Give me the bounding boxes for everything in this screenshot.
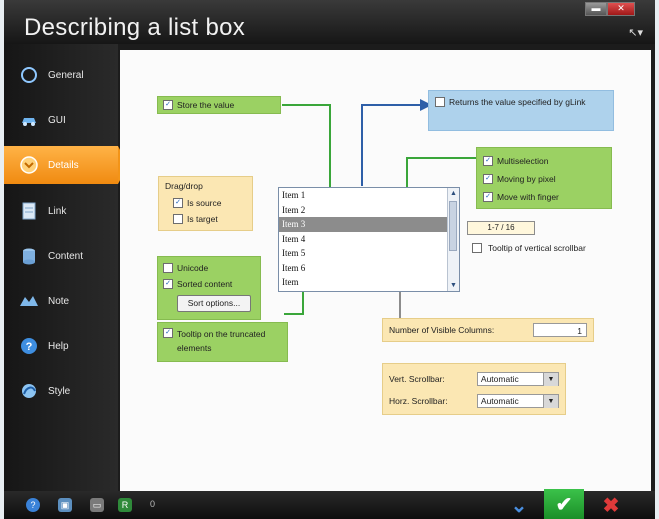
sorted-content-checkbox[interactable]: ✓ (163, 279, 173, 289)
returns-value-checkbox[interactable] (435, 97, 445, 107)
ok-button[interactable]: ✔ (544, 489, 584, 519)
sidebar-item-link[interactable]: Link (4, 194, 118, 228)
tooltip-truncated-callout: ✓ Tooltip on the truncated elements (157, 322, 288, 362)
chevron-down-icon: ▼ (543, 394, 558, 408)
sidebar-item-label: Style (48, 385, 71, 397)
collapse-button[interactable]: ⌄ (500, 491, 538, 519)
item-counter: 1-7 / 16 (467, 221, 535, 235)
list-item[interactable]: Item 2 (279, 203, 459, 218)
car-icon (18, 109, 40, 131)
chevron-circle-icon (18, 154, 40, 176)
sidebar-item-label: Note (48, 295, 70, 307)
sidebar-item-label: Content (48, 250, 84, 262)
sidebar-item-label: GUI (48, 114, 66, 126)
scroll-down-icon[interactable]: ▼ (448, 280, 459, 291)
unicode-label: Unicode (177, 263, 209, 273)
sidebar-item-content[interactable]: Content (4, 239, 118, 273)
sidebar-item-label: Link (48, 205, 67, 217)
returns-value-label: Returns the value specified by gLink (449, 97, 586, 107)
vert-scrollbar-value: Automatic (480, 374, 519, 384)
store-value-checkbox[interactable]: ✓ (163, 100, 173, 110)
list-box[interactable]: Item 1 Item 2 Item 3 Item 4 Item 5 Item … (278, 187, 460, 292)
moving-by-pixel-label: Moving by pixel (497, 174, 556, 184)
keyboard-icon[interactable]: ▭ (90, 498, 104, 512)
title-bar: Describing a list box ▬ ✕ ↖▾ (4, 0, 655, 44)
move-with-finger-checkbox[interactable]: ✓ (483, 192, 493, 202)
multiselection-label: Multiselection (497, 156, 549, 166)
visible-columns-callout: Number of Visible Columns: 1 (382, 318, 594, 342)
visible-columns-input[interactable]: 1 (533, 323, 587, 337)
list-item[interactable]: Item (279, 275, 459, 290)
sidebar-item-label: Details (48, 159, 79, 171)
store-value-label: Store the value (177, 100, 235, 110)
svg-text:?: ? (26, 341, 33, 353)
is-target-label: Is target (187, 214, 218, 224)
sidebar-item-label: Help (48, 340, 69, 352)
details-panel: ✓ Store the value Returns the value spec… (120, 50, 651, 491)
horz-scrollbar-label: Horz. Scrollbar: (389, 396, 448, 406)
sidebar-item-details[interactable]: Details (4, 146, 128, 184)
sidebar: General GUI Details Link Content Note ? … (4, 44, 128, 491)
circle-icon (18, 64, 40, 86)
status-number: 0 (150, 499, 156, 509)
visible-columns-label: Number of Visible Columns: (389, 325, 495, 335)
close-window-button[interactable]: ✕ (607, 2, 635, 16)
multiselection-checkbox[interactable]: ✓ (483, 156, 493, 166)
list-item-selected[interactable]: Item 3 (279, 217, 459, 232)
help-icon: ? (18, 335, 40, 357)
vscroll-tooltip-checkbox[interactable] (472, 243, 482, 253)
scrollbar-thumb[interactable] (449, 201, 457, 251)
minimize-button[interactable]: ▬ (585, 2, 607, 16)
scrollbar-settings-callout: Vert. Scrollbar: Automatic ▼ Horz. Scrol… (382, 363, 566, 415)
tooltip-truncated-label: Tooltip on the truncated elements (177, 329, 266, 353)
sidebar-item-gui[interactable]: GUI (4, 103, 118, 137)
report-icon[interactable]: R (118, 498, 132, 512)
returns-value-callout: Returns the value specified by gLink (428, 90, 614, 131)
page-title: Describing a list box (24, 14, 246, 41)
horz-scrollbar-value: Automatic (480, 396, 519, 406)
help-icon[interactable]: ? (26, 498, 40, 512)
list-item[interactable]: Item 6 (279, 261, 459, 276)
tooltip-truncated-checkbox[interactable]: ✓ (163, 328, 173, 338)
sidebar-item-help[interactable]: ? Help (4, 329, 118, 363)
vert-scrollbar-label: Vert. Scrollbar: (389, 374, 445, 384)
horz-scrollbar-select[interactable]: Automatic ▼ (476, 394, 559, 408)
scrolling-options-callout: ✓ Multiselection ✓ Moving by pixel ✓ Move w… (476, 147, 612, 209)
sidebar-item-style[interactable]: Style (4, 374, 118, 408)
image-icon[interactable]: ▣ (58, 498, 72, 512)
document-icon (18, 200, 40, 222)
sidebar-item-note[interactable]: Note (4, 284, 118, 318)
vscroll-tooltip-option: Tooltip of vertical scrollbar (472, 242, 602, 272)
cancel-button[interactable]: ✖ (592, 491, 630, 519)
sorted-content-label: Sorted content (177, 279, 233, 289)
dragdrop-callout: Drag/drop ✓ Is source Is target (158, 176, 253, 231)
store-value-callout: ✓ Store the value (157, 96, 281, 114)
is-target-checkbox[interactable] (173, 214, 183, 224)
unicode-checkbox[interactable] (163, 263, 173, 273)
vscroll-tooltip-label: Tooltip of vertical scrollbar (488, 243, 586, 253)
sort-options-button[interactable]: Sort options... (177, 295, 251, 312)
move-with-finger-label: Move with finger (497, 192, 559, 202)
sidebar-item-label: General (48, 69, 84, 81)
scroll-up-icon[interactable]: ▲ (448, 188, 459, 199)
is-source-label: Is source (187, 198, 222, 208)
list-item[interactable]: Item 4 (279, 232, 459, 247)
chevron-down-icon: ▼ (543, 372, 558, 386)
dragdrop-title: Drag/drop (165, 181, 203, 191)
vertical-scrollbar[interactable]: ▲ ▼ (447, 188, 459, 291)
style-icon (18, 380, 40, 402)
sort-callout: Unicode ✓ Sorted content Sort options... (157, 256, 261, 320)
pointer-cursor-icon: ↖▾ (628, 27, 643, 39)
main-window: Describing a list box ▬ ✕ ↖▾ General GUI… (4, 0, 655, 519)
is-source-checkbox[interactable]: ✓ (173, 198, 183, 208)
moving-by-pixel-checkbox[interactable]: ✓ (483, 174, 493, 184)
list-item[interactable]: Item 1 (279, 188, 459, 203)
taskbar: ? ▣ ▭ R 0 ⌄ ✔ ✖ (4, 489, 655, 519)
list-item[interactable]: Item 5 (279, 246, 459, 261)
sidebar-item-general[interactable]: General (4, 58, 118, 92)
note-icon (18, 290, 40, 312)
database-icon (18, 245, 40, 267)
vert-scrollbar-select[interactable]: Automatic ▼ (476, 372, 559, 386)
